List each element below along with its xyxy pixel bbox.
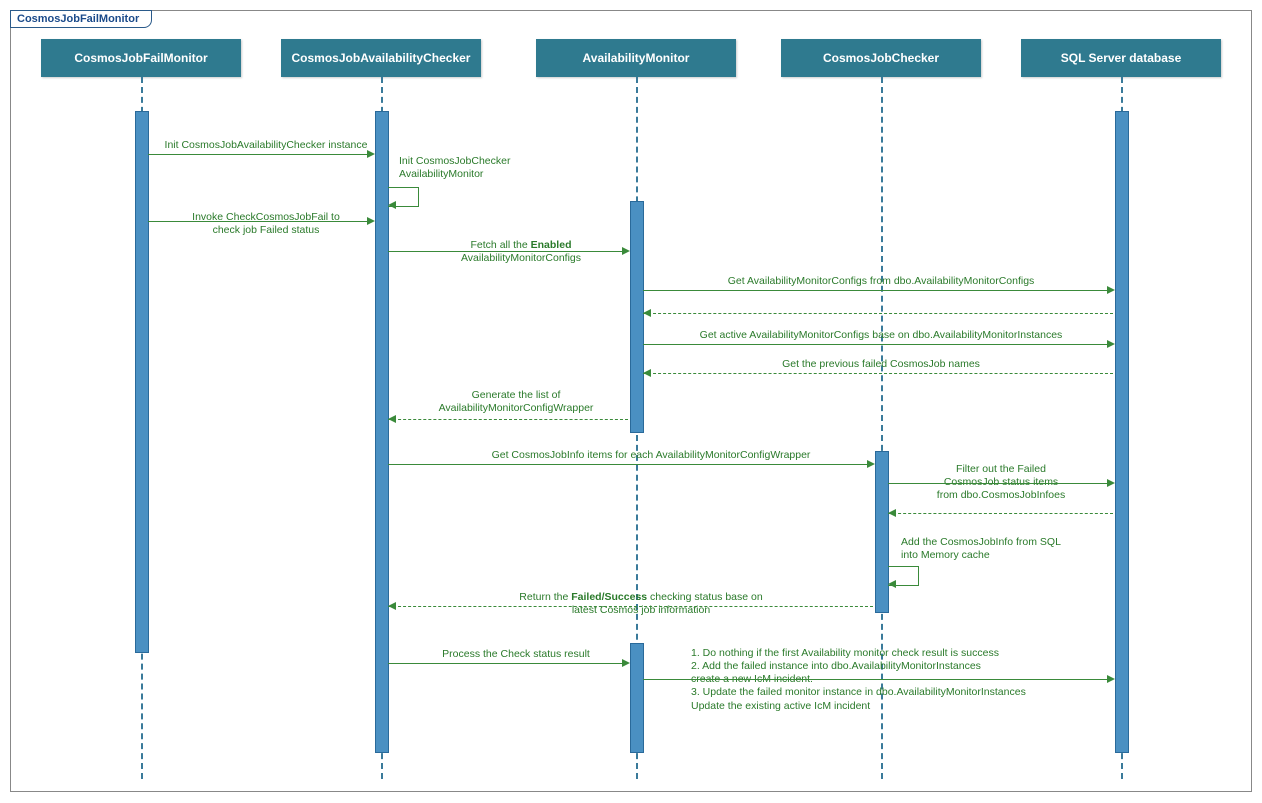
arrow bbox=[388, 464, 873, 465]
text: 1. Do nothing if the first Availability … bbox=[691, 647, 999, 659]
participant-availabilitymonitor: AvailabilityMonitor bbox=[536, 39, 736, 77]
arrow-return bbox=[888, 513, 1113, 514]
msg-return-status: Return the Failed/Success checking statu… bbox=[451, 591, 831, 617]
participant-cosmosjobfailmonitor: CosmosJobFailMonitor bbox=[41, 39, 241, 77]
activation-p4 bbox=[875, 451, 889, 613]
text: 3. Update the failed monitor instance in… bbox=[691, 686, 1026, 698]
arrow-head-icon bbox=[367, 150, 375, 158]
msg-invoke-check: Invoke CheckCosmosJobFail to check job F… bbox=[166, 211, 366, 237]
text: Filter out the Failed bbox=[956, 463, 1046, 475]
arrow bbox=[388, 663, 628, 664]
msg-process-result: Process the Check status result bbox=[411, 648, 621, 661]
arrow-head-icon bbox=[1107, 675, 1115, 683]
activation-p3-a bbox=[630, 201, 644, 433]
arrow-head-icon bbox=[888, 509, 896, 517]
arrow-head-icon bbox=[622, 247, 630, 255]
msg-get-configs: Get AvailabilityMonitorConfigs from dbo.… bbox=[651, 275, 1111, 288]
sequence-frame: CosmosJobFailMonitor CosmosJobFailMonito… bbox=[10, 10, 1252, 792]
text: check job Failed status bbox=[213, 224, 320, 236]
text-bold: Failed/Success bbox=[571, 591, 647, 603]
activation-p5 bbox=[1115, 111, 1129, 753]
arrow bbox=[643, 679, 1113, 680]
arrow-head-icon bbox=[1107, 340, 1115, 348]
text: into Memory cache bbox=[901, 549, 990, 561]
msg-fetch-enabled: Fetch all the Enabled AvailabilityMonito… bbox=[421, 239, 621, 265]
text-bold: Enabled bbox=[531, 239, 572, 251]
arrow bbox=[148, 221, 373, 222]
frame-title: CosmosJobFailMonitor bbox=[10, 10, 152, 28]
arrow-head-icon bbox=[388, 201, 396, 209]
msg-init-self: Init CosmosJobChecker AvailabilityMonito… bbox=[399, 155, 559, 181]
text: AvailabilityMonitorConfigWrapper bbox=[439, 402, 594, 414]
msg-get-jobinfo: Get CosmosJobInfo items for each Availab… bbox=[431, 449, 871, 462]
msg-init-checker: Init CosmosJobAvailabilityChecker instan… bbox=[161, 139, 371, 152]
msg-add-cache: Add the CosmosJobInfo from SQL into Memo… bbox=[901, 536, 1101, 562]
text: checking status base on bbox=[647, 591, 763, 603]
activation-p1 bbox=[135, 111, 149, 653]
text: from dbo.CosmosJobInfoes bbox=[937, 489, 1065, 501]
arrow-return bbox=[643, 373, 1113, 374]
text: Init CosmosJobChecker bbox=[399, 155, 510, 167]
arrow-return bbox=[388, 606, 873, 607]
arrow-head-icon bbox=[367, 217, 375, 225]
text: Add the CosmosJobInfo from SQL bbox=[901, 536, 1061, 548]
arrow bbox=[148, 154, 373, 155]
msg-generate-list: Generate the list of AvailabilityMonitor… bbox=[411, 389, 621, 415]
text: Return the bbox=[519, 591, 571, 603]
text: Fetch all the bbox=[471, 239, 531, 251]
activation-p2 bbox=[375, 111, 389, 753]
arrow-head-icon bbox=[1107, 286, 1115, 294]
arrow-return bbox=[643, 313, 1113, 314]
arrow bbox=[643, 290, 1113, 291]
arrow bbox=[888, 483, 1113, 484]
text: 2. Add the failed instance into dbo.Avai… bbox=[691, 660, 981, 672]
arrow-head-icon bbox=[888, 580, 896, 588]
arrow-head-icon bbox=[643, 369, 651, 377]
activation-p3-b bbox=[630, 643, 644, 753]
arrow-head-icon bbox=[388, 415, 396, 423]
participant-sqlserverdatabase: SQL Server database bbox=[1021, 39, 1221, 77]
text: Generate the list of bbox=[472, 389, 561, 401]
msg-get-active-configs: Get active AvailabilityMonitorConfigs ba… bbox=[651, 329, 1111, 342]
arrow-head-icon bbox=[1107, 479, 1115, 487]
participant-cosmosjobchecker: CosmosJobChecker bbox=[781, 39, 981, 77]
arrow-head-icon bbox=[643, 309, 651, 317]
arrow-return bbox=[388, 419, 628, 420]
arrow-head-icon bbox=[622, 659, 630, 667]
participant-cosmosjobavailabilitychecker: CosmosJobAvailabilityChecker bbox=[281, 39, 481, 77]
arrow-head-icon bbox=[388, 602, 396, 610]
arrow bbox=[388, 251, 628, 252]
text: Update the existing active IcM incident bbox=[691, 700, 870, 712]
arrow-head-icon bbox=[867, 460, 875, 468]
text: AvailabilityMonitorConfigs bbox=[461, 252, 581, 264]
text: AvailabilityMonitor bbox=[399, 168, 483, 180]
arrow bbox=[643, 344, 1113, 345]
msg-prev-failed-names: Get the previous failed CosmosJob names bbox=[651, 358, 1111, 371]
